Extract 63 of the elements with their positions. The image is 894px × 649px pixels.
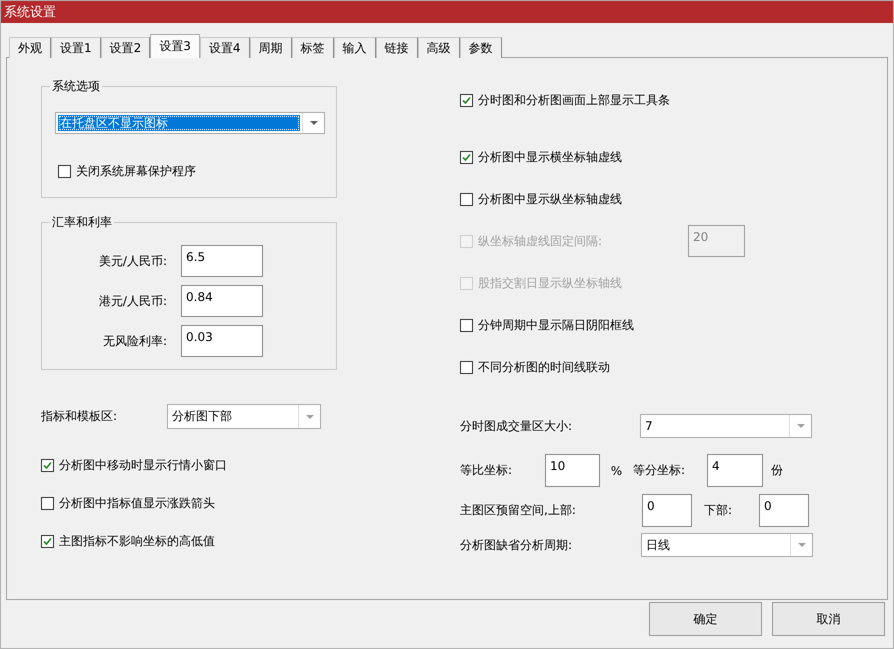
dropdown[interactable]: 分析图下部: [167, 404, 321, 429]
checkbox[interactable]: [460, 150, 473, 164]
tab[interactable]: 设置1: [51, 37, 101, 58]
dropdown-value: 分析图下部: [171, 408, 233, 425]
dropdown-value: 在托盘区不显示图标: [58, 115, 300, 131]
input-field[interactable]: 6.5: [181, 245, 263, 277]
input-field[interactable]: 4: [707, 454, 763, 487]
tab[interactable]: 输入: [334, 37, 376, 58]
unit-label: %: [610, 464, 624, 478]
ok-button[interactable]: 确定: [649, 602, 762, 636]
field-label: 分析图缺省分析周期:: [460, 536, 574, 554]
tab[interactable]: 外观: [9, 37, 51, 58]
tab[interactable]: 参数: [460, 37, 502, 58]
field-label: 指标和模板区:: [41, 408, 118, 425]
tab[interactable]: 设置3: [150, 34, 200, 58]
tab[interactable]: 设置2: [100, 37, 150, 58]
field-label: 主图区预留空间,上部:: [460, 502, 577, 519]
dropdown-value: 7: [644, 418, 654, 435]
checkbox-label: 主图指标不影响坐标的高低值: [59, 533, 215, 550]
checkbox[interactable]: [41, 535, 54, 548]
checkbox-label: 关闭系统屏幕保护程序: [76, 163, 196, 180]
cancel-button[interactable]: 取消: [772, 602, 885, 636]
checkbox[interactable]: [460, 360, 473, 374]
checkbox-label: 分析图中显示纵坐标轴虚线: [478, 190, 623, 208]
field-label: 分时图成交量区大小:: [460, 418, 574, 434]
checkbox[interactable]: [41, 497, 54, 510]
field-label: 等比坐标:: [460, 462, 514, 479]
input-field[interactable]: 10: [545, 454, 600, 487]
checkbox[interactable]: [460, 94, 473, 107]
unit-label: 份: [771, 462, 783, 479]
tab[interactable]: 链接: [376, 37, 418, 58]
checkbox-label: 分时图和分析图画面上部显示工具条: [478, 92, 671, 109]
field-label: 港元/人民币:: [98, 292, 167, 310]
checkbox-label: 分钟周期中显示隔日阴阳框线: [478, 316, 635, 334]
input-field[interactable]: 0: [642, 494, 692, 527]
tab[interactable]: 周期: [250, 37, 292, 58]
dropdown[interactable]: 日线: [641, 533, 813, 557]
group-title: 汇率和利率: [51, 214, 113, 231]
checkbox[interactable]: [58, 165, 71, 178]
dropdown[interactable]: 在托盘区不显示图标: [55, 112, 325, 134]
checkbox[interactable]: [460, 192, 473, 206]
tab[interactable]: 标签: [292, 37, 334, 58]
field-label: 无风险利率:: [102, 332, 167, 350]
input-field[interactable]: 0: [759, 494, 809, 527]
checkbox-label: 分析图中显示横坐标轴虚线: [478, 148, 623, 166]
field-label: 下部:: [703, 502, 734, 519]
dropdown-value: 日线: [645, 536, 671, 554]
checkbox-label: 分析图中指标值显示涨跌箭头: [59, 495, 215, 512]
window-title: 系统设置: [4, 4, 56, 21]
input-field[interactable]: 0.84: [181, 285, 263, 317]
checkbox-label: 纵坐标轴虚线固定间隔:: [478, 232, 604, 250]
checkbox[interactable]: [460, 318, 473, 332]
checkbox-label: 不同分析图的时间线联动: [478, 358, 611, 376]
group-title: 系统选项: [51, 78, 101, 95]
checkbox-label: 分析图中移动时显示行情小窗口: [59, 457, 227, 474]
tab[interactable]: 高级: [418, 37, 460, 58]
dropdown[interactable]: 7: [640, 414, 812, 438]
field-label: 美元/人民币:: [98, 252, 167, 270]
checkbox-label: 股指交割日显示纵坐标轴线: [478, 274, 623, 292]
field-label: 等分坐标:: [633, 462, 686, 479]
tab[interactable]: 设置4: [200, 37, 250, 58]
checkbox[interactable]: [41, 459, 54, 472]
input-field[interactable]: 0.03: [181, 325, 263, 357]
